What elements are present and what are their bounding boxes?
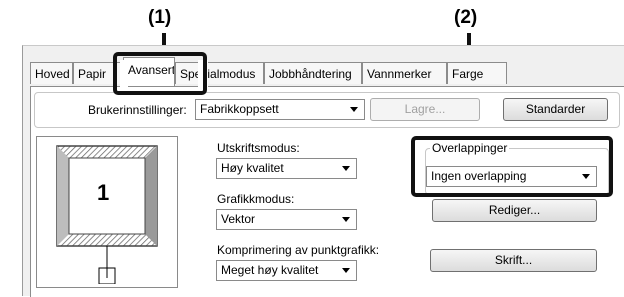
chevron-down-icon <box>342 166 350 171</box>
edit-overlay-button[interactable]: Rediger... <box>432 199 597 222</box>
defaults-button[interactable]: Standarder <box>503 98 608 121</box>
highlight-overlays <box>411 136 613 197</box>
graphics-mode-select[interactable]: Vektor <box>216 209 357 230</box>
compression-label: Komprimering av punktgrafikk: <box>217 243 380 257</box>
callout-1: (1) <box>148 7 172 28</box>
page-preview-graphic <box>56 145 158 284</box>
font-button[interactable]: Skrift... <box>430 249 597 272</box>
callout-2: (2) <box>454 7 478 28</box>
graphics-mode-label: Grafikkmodus: <box>217 192 295 206</box>
graphics-mode-value: Vektor <box>221 212 256 226</box>
compression-select[interactable]: Meget høy kvalitet <box>216 260 357 281</box>
tab-jobbhandtering[interactable]: Jobbhåndtering <box>264 62 362 84</box>
compression-value: Meget høy kvalitet <box>221 263 319 277</box>
user-settings-label: Brukerinnstillinger: <box>88 103 187 117</box>
save-settings-button[interactable]: Lagre... <box>370 98 480 121</box>
chevron-down-icon <box>350 107 358 112</box>
user-settings-select[interactable]: Fabrikkoppsett <box>195 99 365 120</box>
user-settings-value: Fabrikkoppsett <box>200 102 279 116</box>
print-mode-value: Høy kvalitet <box>221 161 284 175</box>
chevron-down-icon <box>342 217 350 222</box>
chevron-down-icon <box>342 268 350 273</box>
highlight-avansert-tab <box>113 52 207 95</box>
tab-hoved[interactable]: Hoved <box>30 62 73 84</box>
tab-farge[interactable]: Farge <box>447 62 507 84</box>
print-mode-label: Utskriftsmodus: <box>217 141 300 155</box>
tab-vannmerker[interactable]: Vannmerker <box>362 62 447 84</box>
print-mode-select[interactable]: Høy kvalitet <box>216 158 357 179</box>
page-number: 1 <box>97 180 110 205</box>
